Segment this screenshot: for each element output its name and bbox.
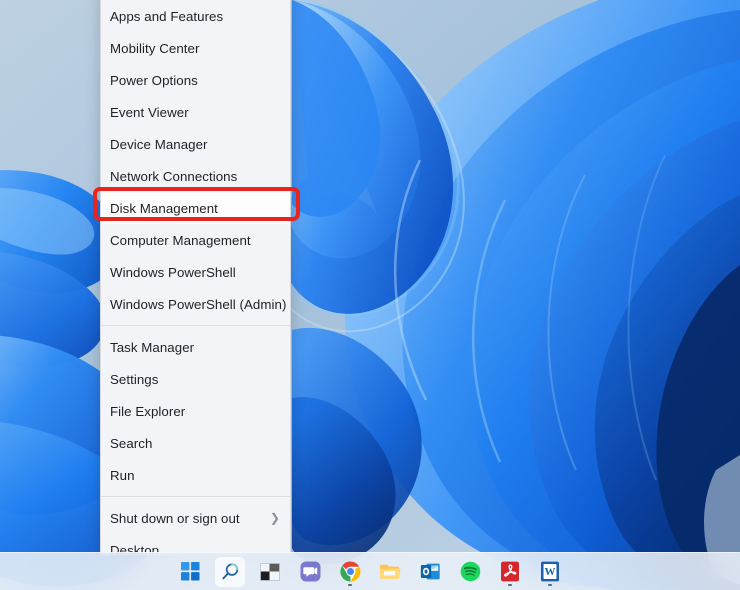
menu-item-label: Settings [110,371,159,387]
menu-item-mobility-center[interactable]: Mobility Center [101,32,290,64]
svg-text:W: W [545,566,556,578]
start-windows-icon [180,562,200,581]
file-explorer-icon [379,562,401,581]
menu-item-file-explorer[interactable]: File Explorer [101,395,290,427]
menu-item-computer-management[interactable]: Computer Management [101,224,290,256]
menu-separator-2 [101,496,290,497]
taskbar-button-microsoft-word[interactable]: W [535,557,565,587]
google-chrome-icon [339,561,361,582]
menu-item-label: Run [110,467,135,483]
task-view-icon [260,562,280,581]
menu-item-shut-down-or-sign-out[interactable]: Shut down or sign out ❯ [101,502,290,534]
menu-item-label: Apps and Features [110,8,224,24]
menu-item-label: Windows PowerShell (Admin) [110,296,287,312]
winx-menu-group-2: Task Manager Settings File Explorer Sear… [101,331,290,491]
menu-item-event-viewer[interactable]: Event Viewer [101,96,290,128]
menu-item-label: Shut down or sign out [110,510,240,526]
menu-item-label: Network Connections [110,168,238,184]
taskbar-button-chat[interactable] [295,557,325,587]
menu-item-settings[interactable]: Settings [101,363,290,395]
menu-item-windows-powershell-admin[interactable]: Windows PowerShell (Admin) [101,288,290,320]
winx-menu-group-3: Shut down or sign out ❯ Desktop [101,502,290,555]
microsoft-outlook-icon [420,561,441,582]
menu-item-disk-management[interactable]: Disk Management [101,192,290,224]
winx-quick-link-menu[interactable]: Apps and Features Mobility Center Power … [100,0,291,555]
menu-item-network-connections[interactable]: Network Connections [101,160,290,192]
desktop-screen: Apps and Features Mobility Center Power … [0,0,740,590]
menu-item-label: Disk Management [110,200,218,216]
taskbar-button-task-view[interactable] [255,557,285,587]
menu-item-apps-and-features[interactable]: Apps and Features [101,0,290,32]
microsoft-teams-chat-icon [300,561,321,582]
menu-item-label: File Explorer [110,403,186,419]
taskbar-button-file-explorer[interactable] [375,557,405,587]
menu-item-label: Mobility Center [110,40,200,56]
menu-separator-1 [101,325,290,326]
winx-menu-group-1: Apps and Features Mobility Center Power … [101,0,290,320]
menu-item-run[interactable]: Run [101,459,290,491]
menu-item-label: Computer Management [110,232,251,248]
adobe-acrobat-reader-icon [500,561,520,582]
spotify-icon [460,561,481,582]
running-indicator [548,583,552,586]
running-indicator [348,583,352,586]
menu-item-label: Event Viewer [110,104,189,120]
menu-item-task-manager[interactable]: Task Manager [101,331,290,363]
menu-item-label: Power Options [110,72,198,88]
menu-item-label: Device Manager [110,136,208,152]
menu-item-power-options[interactable]: Power Options [101,64,290,96]
chevron-right-icon: ❯ [269,511,280,525]
search-icon [220,562,240,582]
menu-item-label: Windows PowerShell [110,264,236,280]
running-indicator [508,583,512,586]
menu-item-device-manager[interactable]: Device Manager [101,128,290,160]
taskbar-button-adobe-acrobat-reader[interactable] [495,557,525,587]
microsoft-word-icon: W [540,561,560,582]
taskbar[interactable]: W [0,552,740,590]
taskbar-button-start[interactable] [175,557,205,587]
menu-item-search[interactable]: Search [101,427,290,459]
taskbar-button-google-chrome[interactable] [335,557,365,587]
menu-item-label: Search [110,435,153,451]
taskbar-button-spotify[interactable] [455,557,485,587]
menu-item-label: Task Manager [110,339,195,355]
menu-item-windows-powershell[interactable]: Windows PowerShell [101,256,290,288]
taskbar-button-outlook[interactable] [415,557,445,587]
taskbar-button-search[interactable] [215,556,245,587]
